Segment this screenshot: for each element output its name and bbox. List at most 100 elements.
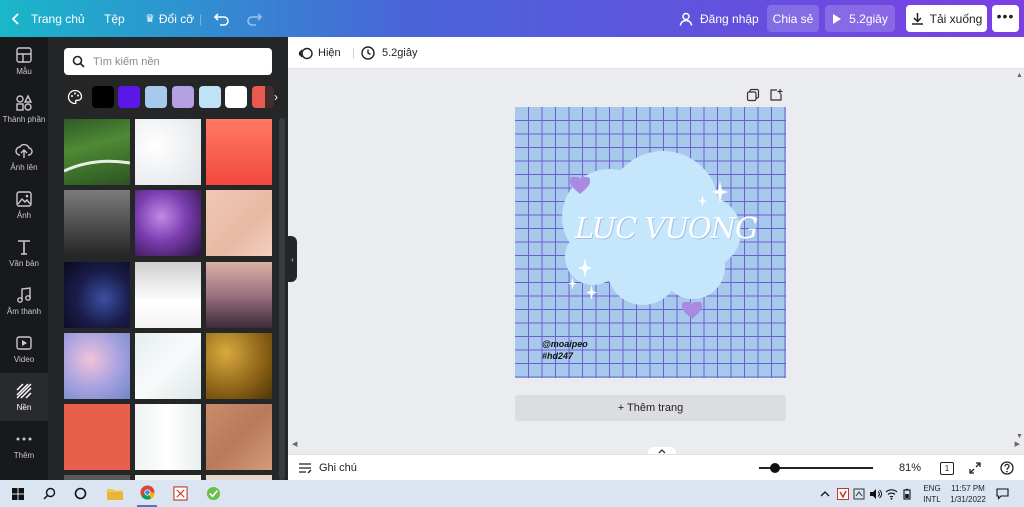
nav-elements[interactable]: Thành phần [0,85,48,133]
top-bar: Trang chủ Tệp ♛ Đổi cỡ | Đăng nhập Chia … [0,0,1024,37]
background-tile-gray-gradient[interactable] [64,190,130,256]
duplicate-page-button[interactable] [746,88,760,102]
design-tag[interactable]: #hd247 [542,351,573,361]
nav-background[interactable]: Nền [0,373,48,421]
page-count-button[interactable]: 1 [940,455,954,481]
resize-button[interactable]: ♛ Đổi cỡ [145,0,194,37]
background-tile-grass[interactable] [63,119,131,185]
color-swatch-pale-blue[interactable] [199,86,221,108]
snipping-tool-button[interactable] [170,480,190,507]
more-options-button[interactable]: ••• [992,5,1019,32]
volume-tray-icon[interactable] [868,480,882,507]
app-icon [206,486,220,501]
tray-expand-button[interactable] [819,480,831,507]
help-button[interactable] [1000,455,1014,481]
chevron-up-icon [820,491,830,497]
language-indicator[interactable]: ENG INTL [919,480,945,507]
clock-time: 11:57 PM [951,483,985,493]
nav-more[interactable]: Thêm [0,421,48,469]
notes-button[interactable]: Ghi chú [298,455,357,481]
nav-label: Video [13,355,35,364]
search-box[interactable] [64,48,272,75]
color-swatch-purple[interactable] [118,86,140,108]
download-button[interactable]: Tải xuống [906,5,987,32]
login-label: Đăng nhập [700,11,759,26]
collapse-panel-button[interactable]: ‹ [288,236,297,282]
download-label: Tải xuống [929,11,983,26]
nav-text[interactable]: Văn bản [0,229,48,277]
background-tile-white-studio[interactable] [135,262,201,328]
design-canvas[interactable]: LUC VUONG @moaipeo #hd247 [515,107,786,378]
background-panel: › [48,37,288,480]
play-icon [833,13,842,24]
file-explorer-button[interactable] [105,480,125,507]
taskbar-search-button[interactable] [39,480,59,507]
undo-button[interactable] [214,0,230,37]
panel-scrollbar[interactable] [279,118,285,480]
speaker-icon [869,488,882,499]
chrome-icon [139,485,155,500]
background-tile-kraft-paper[interactable] [206,404,272,470]
upload-icon [15,143,33,158]
background-tile-amethyst[interactable] [135,190,201,256]
tray-app-icon[interactable] [852,480,866,507]
color-swatch-lavender[interactable] [172,86,194,108]
background-tile-coins[interactable] [206,333,272,399]
color-swatch-black[interactable] [92,86,114,108]
background-tile-peach-paper[interactable] [206,190,272,256]
search-input[interactable] [93,55,263,68]
timing-button[interactable]: 5.2giây [361,37,417,69]
network-tray-icon[interactable] [884,480,898,507]
login-button[interactable]: Đăng nhập [679,0,759,37]
design-handle[interactable]: @moaipeo [542,339,588,349]
zoom-thumb[interactable] [770,463,780,473]
app-button[interactable] [203,480,223,507]
scroll-down-icon: ▼ [1016,433,1023,440]
background-tile-pastel-sky[interactable] [64,333,130,399]
nav-video[interactable]: Video [0,325,48,373]
color-swatch-light-blue[interactable] [145,86,167,108]
nav-label: Ảnh lên [10,163,38,172]
battery-tray-icon[interactable] [900,480,914,507]
color-swatch-white[interactable] [225,86,247,108]
show-animation-button[interactable]: Hiện [298,37,341,69]
animate-icon [298,47,313,59]
action-center-button[interactable] [994,480,1010,507]
fullscreen-button[interactable] [969,455,981,481]
nav-label: Mẫu [16,67,32,76]
nav-uploads[interactable]: Ảnh lên [0,133,48,181]
redo-button[interactable] [246,0,262,37]
zoom-slider[interactable] [759,455,873,481]
color-picker-swatch[interactable] [64,86,86,108]
scroll-up-icon: ▲ [1016,72,1023,79]
task-view-button[interactable] [70,480,90,507]
background-tile-white-paper[interactable] [135,404,201,470]
divider: | [199,11,203,26]
clock[interactable]: 11:57 PM 1/31/2022 [946,480,990,507]
add-page-button[interactable]: + Thêm trang [515,395,786,421]
battery-icon [903,488,911,500]
add-page-icon-button[interactable] [769,88,783,102]
vertical-scrollbar[interactable]: ▲ ▼ [1015,70,1024,442]
nav-templates[interactable]: Mẫu [0,37,48,85]
background-tile-red[interactable] [64,404,130,470]
design-title[interactable]: LUC VUONG [575,211,758,245]
background-tile-marble[interactable] [135,119,201,185]
antivirus-tray-icon[interactable] [836,480,850,507]
undo-icon [214,12,229,26]
swatch-scroll-right-button[interactable]: › [265,86,287,108]
chrome-button[interactable] [137,480,157,507]
nav-photos[interactable]: Ảnh [0,181,48,229]
start-button[interactable] [8,480,28,507]
zoom-level[interactable]: 81% [899,455,921,481]
nav-label: Nền [16,403,32,412]
background-tile-galaxy[interactable] [64,262,130,328]
background-tile-crumpled-white[interactable] [135,333,201,399]
play-button[interactable]: 5.2giây [825,5,895,32]
home-link[interactable]: Trang chủ [10,0,85,37]
share-button[interactable]: Chia sẻ [767,5,819,32]
background-tile-dusk[interactable] [206,262,272,328]
background-tile-coral-gradient[interactable] [206,119,272,185]
file-menu[interactable]: Tệp [104,0,125,37]
nav-audio[interactable]: Âm thanh [0,277,48,325]
